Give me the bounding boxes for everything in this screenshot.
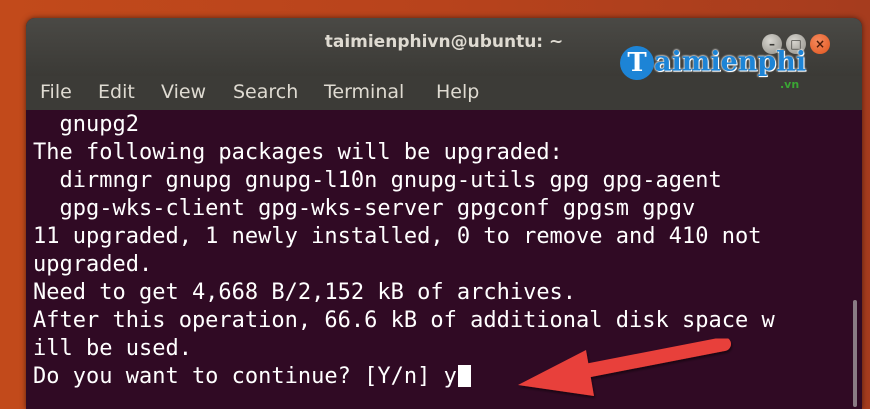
annotation-arrow-icon [518, 337, 731, 396]
